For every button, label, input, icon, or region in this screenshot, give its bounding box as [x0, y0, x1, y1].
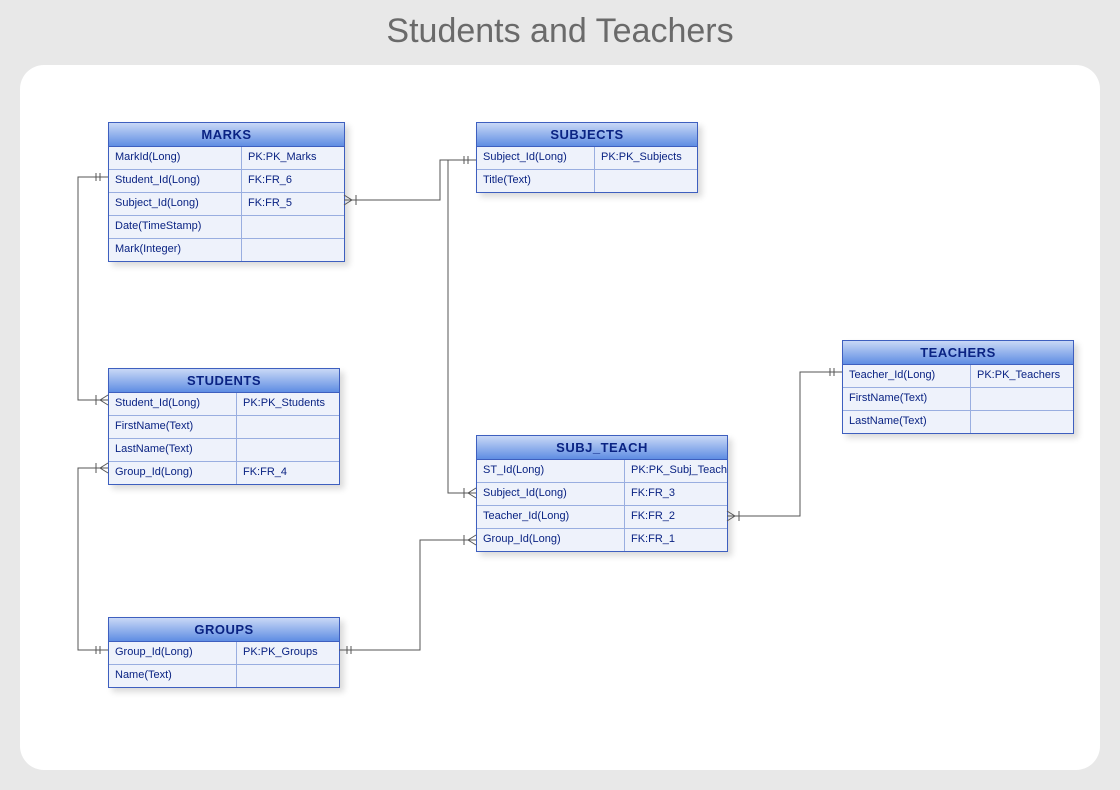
cell-right: PK:PK_Marks [242, 147, 344, 169]
cell-left: Student_Id(Long) [109, 393, 237, 415]
cell-left: Title(Text) [477, 170, 595, 192]
cell-left: Subject_Id(Long) [477, 147, 595, 169]
entity-students: STUDENTS Student_Id(Long)PK:PK_Students … [108, 368, 340, 485]
table-row: Group_Id(Long)FK:FR_4 [109, 461, 339, 484]
cell-right: FK:FR_6 [242, 170, 344, 192]
cell-right [237, 416, 339, 438]
table-row: MarkId(Long)PK:PK_Marks [109, 147, 344, 169]
cell-right [242, 216, 344, 238]
table-row: Mark(Integer) [109, 238, 344, 261]
entity-subjects: SUBJECTS Subject_Id(Long)PK:PK_Subjects … [476, 122, 698, 193]
table-row: Name(Text) [109, 664, 339, 687]
cell-right: FK:FR_2 [625, 506, 727, 528]
table-row: Teacher_Id(Long)PK:PK_Teachers [843, 365, 1073, 387]
cell-left: Teacher_Id(Long) [843, 365, 971, 387]
cell-right: PK:PK_Subj_Teach [625, 460, 727, 482]
table-row: ST_Id(Long)PK:PK_Subj_Teach [477, 460, 727, 482]
entity-teachers-rows: Teacher_Id(Long)PK:PK_Teachers FirstName… [843, 365, 1073, 433]
table-row: FirstName(Text) [843, 387, 1073, 410]
entity-marks: MARKS MarkId(Long)PK:PK_Marks Student_Id… [108, 122, 345, 262]
cell-right: FK:FR_5 [242, 193, 344, 215]
entity-students-rows: Student_Id(Long)PK:PK_Students FirstName… [109, 393, 339, 484]
table-row: Title(Text) [477, 169, 697, 192]
cell-right [237, 665, 339, 687]
cell-left: LastName(Text) [109, 439, 237, 461]
cell-right: FK:FR_3 [625, 483, 727, 505]
entity-marks-rows: MarkId(Long)PK:PK_Marks Student_Id(Long)… [109, 147, 344, 261]
entity-subjects-header: SUBJECTS [477, 123, 697, 147]
table-row: Student_Id(Long)FK:FR_6 [109, 169, 344, 192]
cell-right [971, 388, 1073, 410]
table-row: Subject_Id(Long)PK:PK_Subjects [477, 147, 697, 169]
cell-left: Teacher_Id(Long) [477, 506, 625, 528]
cell-right: PK:PK_Subjects [595, 147, 697, 169]
cell-right: FK:FR_4 [237, 462, 339, 484]
cell-right: PK:PK_Groups [237, 642, 339, 664]
entity-groups-rows: Group_Id(Long)PK:PK_Groups Name(Text) [109, 642, 339, 687]
table-row: LastName(Text) [109, 438, 339, 461]
cell-left: FirstName(Text) [109, 416, 237, 438]
cell-right [595, 170, 697, 192]
cell-left: MarkId(Long) [109, 147, 242, 169]
entity-subj-teach: SUBJ_TEACH ST_Id(Long)PK:PK_Subj_Teach S… [476, 435, 728, 552]
table-row: FirstName(Text) [109, 415, 339, 438]
entity-subj-teach-header: SUBJ_TEACH [477, 436, 727, 460]
entity-subj-teach-rows: ST_Id(Long)PK:PK_Subj_Teach Subject_Id(L… [477, 460, 727, 551]
table-row: Group_Id(Long)FK:FR_1 [477, 528, 727, 551]
table-row: Group_Id(Long)PK:PK_Groups [109, 642, 339, 664]
cell-left: LastName(Text) [843, 411, 971, 433]
cell-left: Subject_Id(Long) [109, 193, 242, 215]
table-row: Subject_Id(Long)FK:FR_3 [477, 482, 727, 505]
cell-left: Student_Id(Long) [109, 170, 242, 192]
cell-left: FirstName(Text) [843, 388, 971, 410]
cell-right: PK:PK_Teachers [971, 365, 1073, 387]
table-row: LastName(Text) [843, 410, 1073, 433]
entity-teachers-header: TEACHERS [843, 341, 1073, 365]
cell-right [971, 411, 1073, 433]
cell-right: FK:FR_1 [625, 529, 727, 551]
cell-left: Date(TimeStamp) [109, 216, 242, 238]
cell-right [237, 439, 339, 461]
entity-groups: GROUPS Group_Id(Long)PK:PK_Groups Name(T… [108, 617, 340, 688]
entity-students-header: STUDENTS [109, 369, 339, 393]
cell-left: Group_Id(Long) [109, 462, 237, 484]
table-row: Student_Id(Long)PK:PK_Students [109, 393, 339, 415]
entity-marks-header: MARKS [109, 123, 344, 147]
cell-left: Group_Id(Long) [109, 642, 237, 664]
cell-right [242, 239, 344, 261]
entity-teachers: TEACHERS Teacher_Id(Long)PK:PK_Teachers … [842, 340, 1074, 434]
table-row: Date(TimeStamp) [109, 215, 344, 238]
cell-left: Group_Id(Long) [477, 529, 625, 551]
table-row: Subject_Id(Long)FK:FR_5 [109, 192, 344, 215]
entity-groups-header: GROUPS [109, 618, 339, 642]
cell-left: ST_Id(Long) [477, 460, 625, 482]
diagram-title: Students and Teachers [0, 12, 1120, 51]
cell-left: Mark(Integer) [109, 239, 242, 261]
cell-left: Name(Text) [109, 665, 237, 687]
cell-right: PK:PK_Students [237, 393, 339, 415]
cell-left: Subject_Id(Long) [477, 483, 625, 505]
table-row: Teacher_Id(Long)FK:FR_2 [477, 505, 727, 528]
entity-subjects-rows: Subject_Id(Long)PK:PK_Subjects Title(Tex… [477, 147, 697, 192]
